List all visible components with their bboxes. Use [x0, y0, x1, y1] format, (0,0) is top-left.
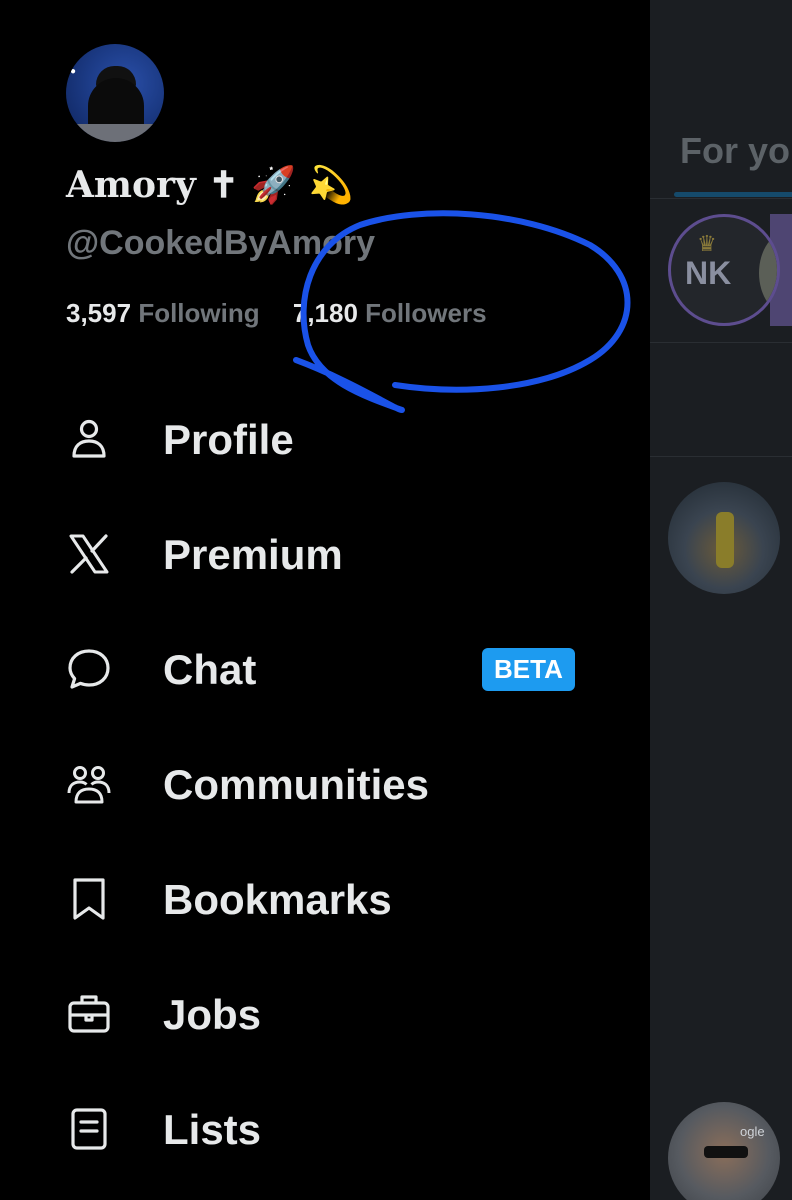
- avatar-figure: [66, 124, 164, 142]
- side-drawer: ● Amory ✝ 🚀 💫 @CookedByAmory 3,597 Follo…: [0, 0, 650, 1200]
- list-icon: [66, 1106, 112, 1152]
- active-tab-indicator: [674, 192, 792, 197]
- nav-item-bookmarks[interactable]: Bookmarks: [66, 864, 626, 934]
- post-avatar[interactable]: ogle: [668, 1102, 780, 1200]
- divider: [650, 456, 792, 457]
- post-avatar[interactable]: ♛ NK: [668, 214, 780, 326]
- nav-item-label: Bookmarks: [163, 876, 392, 923]
- tab-for-you[interactable]: For you: [680, 130, 792, 172]
- nav-item-lists[interactable]: Lists: [66, 1094, 626, 1164]
- nav-item-label: Profile: [163, 416, 294, 463]
- avatar-monogram: NK: [685, 255, 732, 291]
- beta-badge: BETA: [482, 648, 575, 691]
- nav-item-jobs[interactable]: Jobs: [66, 979, 626, 1049]
- nav-item-label: Lists: [163, 1106, 262, 1153]
- following-label: Following: [138, 298, 260, 328]
- followers-label: Followers: [365, 298, 487, 328]
- avatar-logo: ●: [70, 66, 77, 77]
- avatar-text: ogle: [740, 1124, 765, 1139]
- profile-name: Amory ✝ 🚀 💫: [66, 164, 354, 206]
- bookmark-icon: [66, 876, 112, 922]
- avatar-overlap: [759, 231, 777, 315]
- post-avatar[interactable]: [668, 482, 780, 594]
- avatar-figure: [704, 1146, 748, 1158]
- followers-link[interactable]: 7,180 Followers: [293, 298, 487, 329]
- following-count: 3,597: [66, 298, 132, 328]
- profile-stats: 3,597 Following 7,180 Followers: [66, 298, 487, 329]
- nav-item-label: Communities: [163, 761, 430, 808]
- nav-item-communities[interactable]: Communities: [66, 749, 626, 819]
- divider: [650, 198, 792, 199]
- followers-count: 7,180: [292, 298, 358, 328]
- nav-item-label: Jobs: [163, 991, 262, 1038]
- nav-item-chat[interactable]: Chat BETA: [66, 634, 626, 704]
- following-link[interactable]: 3,597 Following: [66, 298, 260, 329]
- home-feed-backdrop[interactable]: For you ♛ NK ogle: [650, 0, 792, 1200]
- chat-bubble-icon: [66, 646, 112, 692]
- briefcase-icon: [66, 991, 112, 1037]
- nav-item-label: Premium: [163, 531, 343, 578]
- nav-item-label: Chat: [163, 646, 257, 693]
- nav-item-premium[interactable]: Premium: [66, 519, 626, 589]
- person-icon: [66, 416, 112, 462]
- profile-avatar[interactable]: ●: [66, 44, 164, 142]
- x-logo-icon: [66, 531, 112, 577]
- crown-icon: ♛: [697, 231, 717, 256]
- profile-handle: @CookedByAmory: [66, 224, 375, 262]
- divider: [650, 342, 792, 343]
- nav-item-profile[interactable]: Profile: [66, 404, 626, 474]
- app-screen: For you ♛ NK ogle ● Amory ✝ 🚀 💫 @CookedB…: [0, 0, 792, 1200]
- communities-icon: [66, 761, 112, 807]
- avatar-figure: [716, 512, 734, 568]
